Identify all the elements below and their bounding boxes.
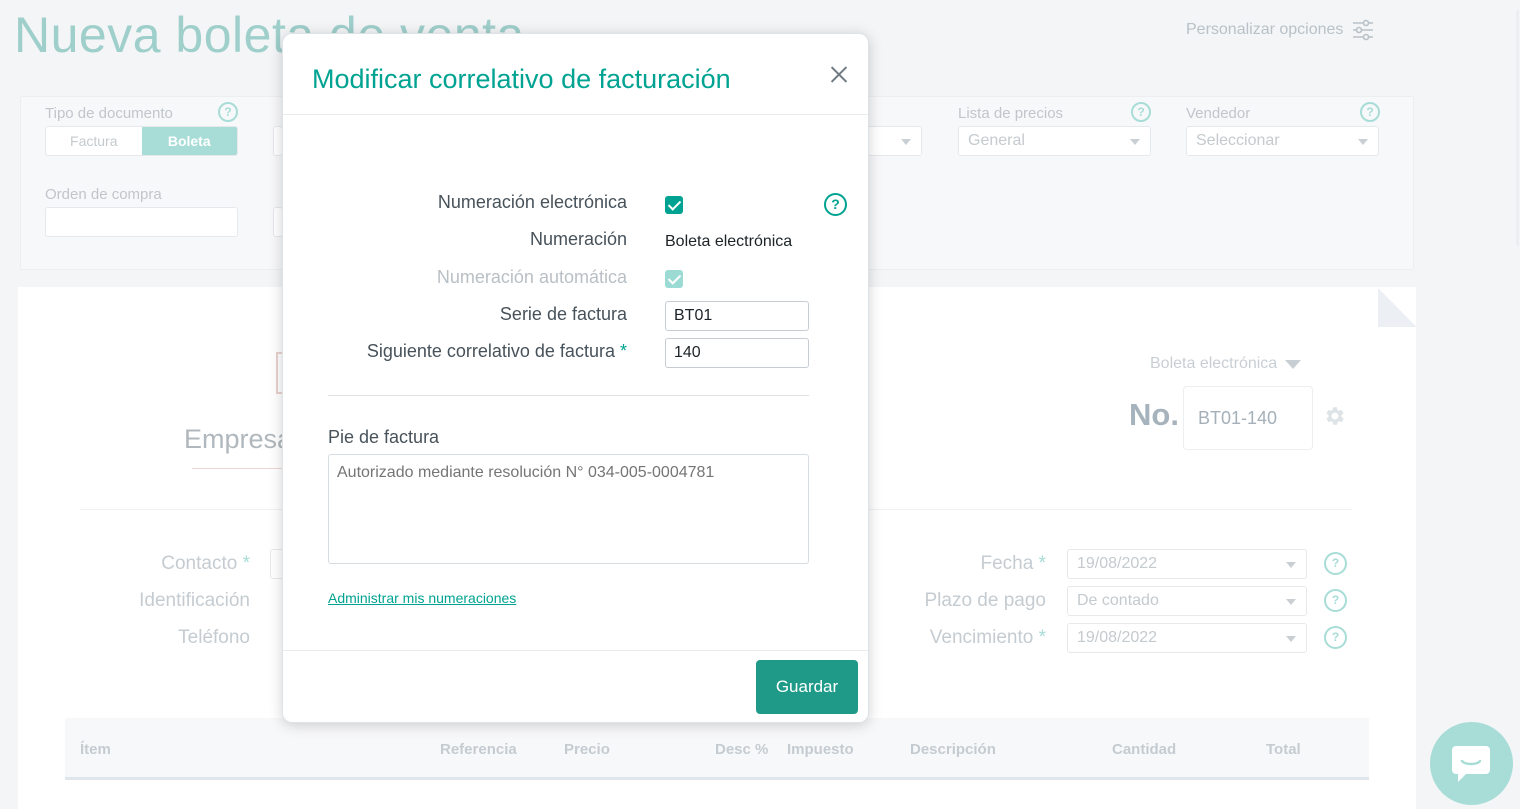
- payment-term-select[interactable]: De contado: [1067, 586, 1307, 616]
- modal-footer-divider: [283, 650, 868, 651]
- number-prefix: No.: [1129, 397, 1179, 432]
- payment-term-help-icon[interactable]: ?: [1324, 589, 1347, 612]
- document-number: BT01-140: [1183, 386, 1313, 450]
- sliders-icon: [1353, 19, 1374, 41]
- electronic-numbering-label: Numeración electrónica: [437, 192, 627, 212]
- electronic-numbering-checkbox[interactable]: [665, 196, 683, 214]
- hidden-select: [860, 126, 922, 156]
- auto-numbering-label: Numeración automática: [436, 267, 627, 287]
- company-name: Empresa: [184, 424, 293, 454]
- phone-label: Teléfono: [178, 627, 250, 648]
- th-item: Ítem: [80, 741, 111, 758]
- scrollbar[interactable]: [1516, 10, 1519, 246]
- modal-header: Modificar correlativo de facturación: [283, 34, 868, 115]
- invoice-footer-label: Pie de factura: [328, 427, 440, 447]
- series-input[interactable]: [665, 301, 809, 331]
- doc-type-label: Tipo de documento: [45, 105, 173, 122]
- th-quantity: Cantidad: [1112, 741, 1177, 758]
- purchase-order-label: Orden de compra: [45, 186, 162, 203]
- manage-numberings-link[interactable]: Administrar mis numeraciones: [328, 590, 516, 606]
- chat-icon: [1452, 746, 1490, 782]
- next-number-label: Siguiente correlativo de factura *: [366, 341, 627, 361]
- price-list-select[interactable]: General: [958, 126, 1151, 156]
- payment-term-label: Plazo de pago: [924, 590, 1047, 611]
- seller-help-icon[interactable]: ?: [1360, 102, 1380, 122]
- seller-label: Vendedor: [1186, 105, 1251, 122]
- due-date-label: Vencimiento *: [929, 627, 1046, 648]
- help-icon[interactable]: ?: [824, 193, 847, 216]
- gear-icon[interactable]: [1322, 404, 1346, 428]
- close-icon[interactable]: [828, 63, 850, 85]
- save-button[interactable]: Guardar: [756, 660, 858, 714]
- th-total: Total: [1266, 741, 1301, 758]
- required-marker: *: [619, 341, 627, 361]
- th-description: Descripción: [910, 741, 996, 758]
- date-select[interactable]: 19/08/2022: [1067, 549, 1307, 579]
- sheet-fold: [1378, 287, 1416, 327]
- document-kind-dropdown[interactable]: Boleta electrónica: [1150, 355, 1302, 373]
- series-label: Serie de factura: [499, 304, 627, 324]
- doc-type-option-boleta[interactable]: Boleta: [141, 127, 237, 155]
- chat-button[interactable]: [1430, 722, 1513, 805]
- personalize-options-button[interactable]: Personalizar opciones: [1186, 18, 1375, 42]
- document-kind-label: Boleta electrónica: [1150, 355, 1278, 372]
- purchase-order-input[interactable]: [45, 207, 238, 237]
- identification-label: Identificación: [139, 590, 250, 611]
- numbering-modal: Modificar correlativo de facturación Num…: [282, 33, 869, 723]
- numbering-value: Boleta electrónica: [665, 233, 793, 250]
- next-number-input[interactable]: [665, 338, 809, 368]
- th-discount: Desc %: [715, 741, 769, 758]
- contact-label: Contacto *: [161, 553, 250, 574]
- price-list-help-icon[interactable]: ?: [1131, 102, 1151, 122]
- due-date-select[interactable]: 19/08/2022: [1067, 623, 1307, 653]
- modal-title: Modificar correlativo de facturación: [312, 64, 731, 94]
- seller-select[interactable]: Seleccionar: [1186, 126, 1379, 156]
- price-list-label: Lista de precios: [958, 105, 1064, 122]
- th-price: Precio: [564, 741, 610, 758]
- th-tax: Impuesto: [787, 741, 854, 758]
- invoice-footer-textarea[interactable]: [328, 454, 809, 564]
- dropdown-arrow-icon: [1285, 359, 1302, 369]
- doc-type-toggle: Factura Boleta: [45, 126, 238, 156]
- doc-type-help-icon[interactable]: ?: [218, 102, 238, 122]
- company-underline: [192, 468, 282, 469]
- section-divider: [328, 395, 809, 396]
- date-label: Fecha *: [980, 553, 1047, 574]
- auto-numbering-checkbox: [665, 270, 683, 288]
- date-help-icon[interactable]: ?: [1324, 552, 1347, 575]
- doc-type-option-factura[interactable]: Factura: [46, 127, 142, 155]
- due-date-help-icon[interactable]: ?: [1324, 626, 1347, 649]
- personalize-options-label: Personalizar opciones: [1186, 21, 1344, 38]
- numbering-label: Numeración: [529, 229, 627, 249]
- th-reference: Referencia: [440, 741, 517, 758]
